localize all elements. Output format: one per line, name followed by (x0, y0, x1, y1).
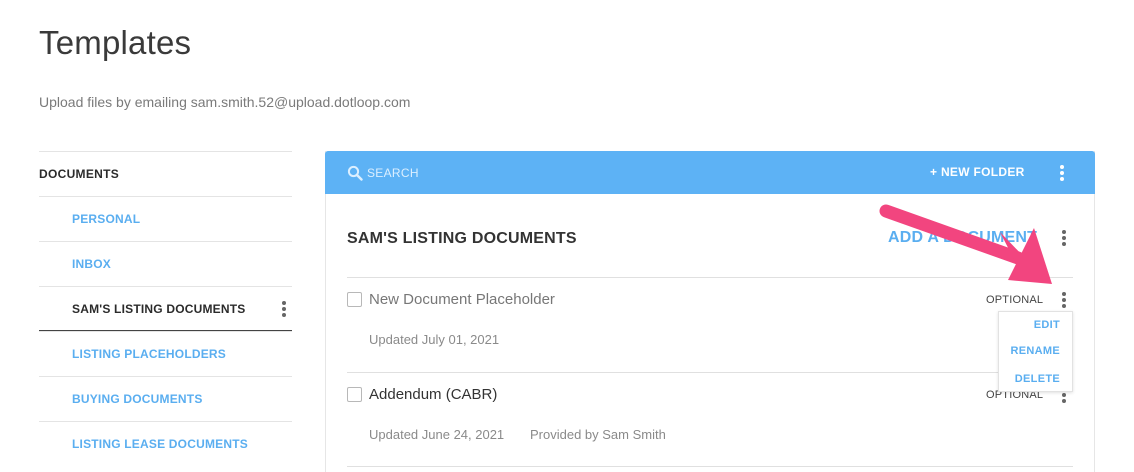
document-provided-by: Provided by Sam Smith (530, 427, 666, 442)
document-updated-date: Updated June 24, 2021 (369, 427, 505, 442)
sidebar-item-listing-placeholders[interactable]: LISTING PLACEHOLDERS (39, 331, 292, 376)
folder-more-icon[interactable] (1062, 230, 1066, 246)
search-icon (347, 165, 363, 181)
sidebar-item-personal[interactable]: PERSONAL (39, 196, 292, 241)
add-document-button[interactable]: ADD A DOCUMENT (888, 229, 1037, 247)
sidebar-item-more-icon[interactable] (282, 301, 286, 317)
document-checkbox[interactable] (347, 292, 362, 307)
folder-title: SAM'S LISTING DOCUMENTS (347, 230, 577, 247)
search-placeholder: SEARCH (367, 166, 419, 180)
toolbar-more-icon[interactable] (1060, 165, 1064, 181)
divider (347, 372, 1073, 373)
menu-item-edit[interactable]: EDIT (1034, 319, 1060, 331)
sidebar-item-buying-documents[interactable]: BUYING DOCUMENTS (39, 376, 292, 421)
document-checkbox[interactable] (347, 387, 362, 402)
documents-sidebar: DOCUMENTS PERSONAL INBOX SAM'S LISTING D… (39, 151, 292, 466)
document-context-menu: EDIT RENAME DELETE (998, 311, 1073, 392)
sidebar-item-label: SAM'S LISTING DOCUMENTS (72, 301, 246, 316)
divider (347, 466, 1073, 467)
document-name[interactable]: New Document Placeholder (369, 291, 555, 308)
search-field[interactable]: SEARCH (347, 165, 419, 181)
document-name[interactable]: Addendum (CABR) (369, 386, 497, 403)
upload-email-instructions: Upload files by emailing sam.smith.52@up… (39, 94, 411, 110)
sidebar-item-sams-listing-documents[interactable]: SAM'S LISTING DOCUMENTS (39, 286, 292, 331)
sidebar-item-inbox[interactable]: INBOX (39, 241, 292, 286)
menu-item-delete[interactable]: DELETE (1015, 373, 1060, 385)
document-updated-date: Updated July 01, 2021 (369, 332, 500, 347)
page-title: Templates (39, 24, 192, 61)
document-more-icon[interactable] (1062, 292, 1066, 308)
divider (347, 277, 1073, 278)
new-folder-button[interactable]: + NEW FOLDER (930, 165, 1025, 179)
panel-toolbar: SEARCH + NEW FOLDER (325, 151, 1095, 194)
menu-item-rename[interactable]: RENAME (1011, 345, 1060, 357)
optional-badge: OPTIONAL (986, 294, 1044, 306)
sidebar-item-listing-lease-documents[interactable]: LISTING LEASE DOCUMENTS (39, 421, 292, 466)
documents-panel (325, 151, 1095, 472)
sidebar-header: DOCUMENTS (39, 151, 292, 196)
